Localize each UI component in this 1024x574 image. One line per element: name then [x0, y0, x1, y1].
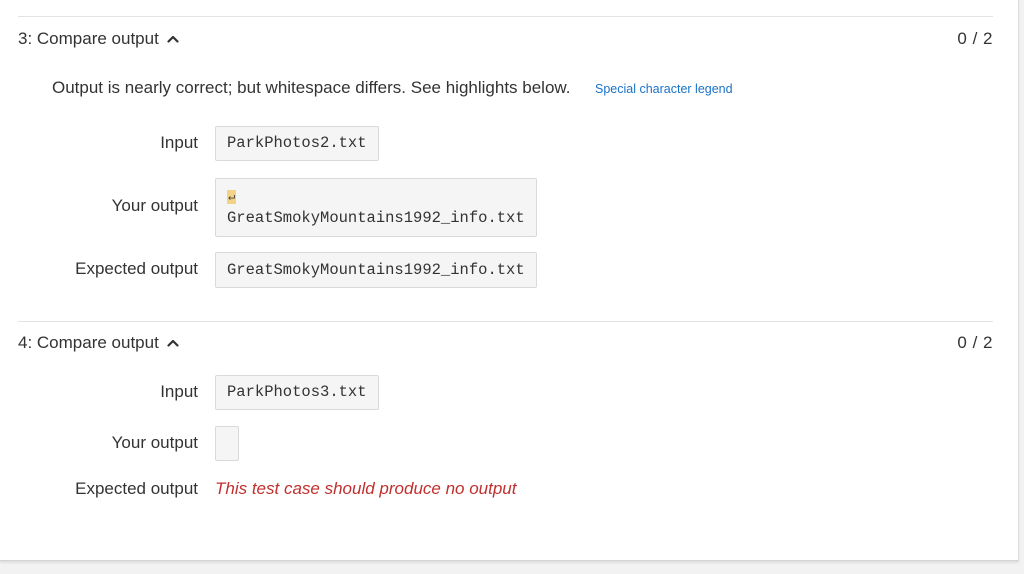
section-4-title-wrap: 4: Compare output	[18, 333, 179, 353]
section-4-score: 0 / 2	[957, 333, 993, 352]
section-4-input-value: ParkPhotos3.txt	[227, 383, 367, 401]
section-3-input-box: ParkPhotos2.txt	[215, 126, 379, 161]
section-3-score: 0 / 2	[957, 29, 993, 48]
section-3-your-output-box: ↵ GreatSmokyMountains1992_info.txt	[215, 178, 537, 237]
section-3-expected-box: GreatSmokyMountains1992_info.txt	[215, 252, 537, 288]
test-results-panel: 3: Compare output 0 / 2 Output is nearly…	[0, 0, 1019, 561]
section-4-input-label: Input	[160, 382, 198, 401]
section-3-header[interactable]: 3: Compare output 0 / 2	[18, 27, 993, 51]
section-3-expected-label: Expected output	[75, 259, 198, 278]
section-4-expected-value: This test case should produce no output	[215, 479, 517, 498]
newline-icon: ↵	[227, 190, 237, 204]
section-3-expected-value: GreatSmokyMountains1992_info.txt	[227, 261, 525, 279]
section-3-title: 3: Compare output	[18, 29, 159, 48]
section-4-your-output-box	[215, 426, 239, 461]
section-divider	[18, 321, 993, 322]
section-4-header[interactable]: 4: Compare output 0 / 2	[18, 331, 993, 355]
section-divider	[18, 16, 993, 17]
section-4-input-box: ParkPhotos3.txt	[215, 375, 379, 410]
chevron-up-icon[interactable]	[167, 337, 179, 349]
section-3-input-value: ParkPhotos2.txt	[227, 134, 367, 152]
section-4-title: 4: Compare output	[18, 333, 159, 352]
chevron-up-icon[interactable]	[167, 33, 179, 45]
section-3-title-wrap: 3: Compare output	[18, 29, 179, 49]
section-4-your-output-label: Your output	[111, 433, 198, 452]
section-3-your-output-label: Your output	[111, 196, 198, 215]
section-4-expected-label: Expected output	[75, 479, 198, 498]
section-3-your-output-value: GreatSmokyMountains1992_info.txt	[227, 209, 525, 227]
section-3-input-label: Input	[160, 133, 198, 152]
section-3-message: Output is nearly correct; but whitespace…	[52, 78, 571, 97]
special-character-legend-link[interactable]: Special character legend	[595, 82, 733, 96]
